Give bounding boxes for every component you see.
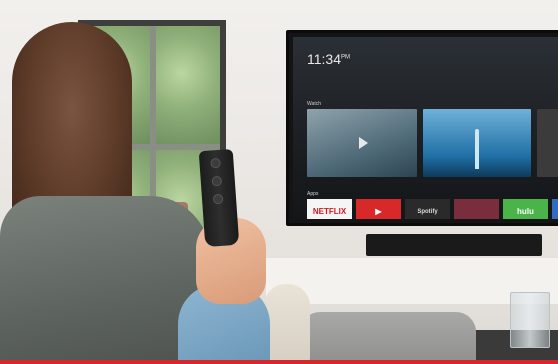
play-icon bbox=[359, 137, 368, 149]
remote-button bbox=[212, 193, 224, 205]
remote-control bbox=[198, 148, 240, 248]
hulu-logo: hulu bbox=[503, 199, 548, 219]
spotify-logo: Spotify bbox=[405, 199, 450, 219]
youtube-play-icon: ▶ bbox=[356, 199, 401, 219]
app-row: NETFLIX ▶ Spotify hulu bbox=[307, 199, 558, 219]
netflix-logo: NETFLIX bbox=[307, 199, 352, 219]
row-label-apps: Apps bbox=[307, 191, 319, 197]
tower-graphic bbox=[475, 129, 479, 169]
living-room-scene: 11:34PM Watch Apps NETFLIX ▶ Spotify hul… bbox=[0, 0, 558, 364]
clock-suffix: PM bbox=[341, 54, 350, 61]
tv-screen: 11:34PM Watch Apps NETFLIX ▶ Spotify hul… bbox=[293, 37, 558, 219]
window-pane bbox=[156, 26, 220, 144]
remote-button bbox=[211, 175, 223, 187]
soundbar bbox=[366, 234, 542, 256]
movies-tile bbox=[454, 199, 499, 219]
remote-button bbox=[210, 157, 221, 169]
clock-time: 11:34 bbox=[307, 51, 341, 67]
couch-armrest bbox=[300, 312, 476, 364]
tv-clock: 11:34PM bbox=[307, 51, 350, 67]
row-label-watch: Watch bbox=[307, 101, 321, 107]
television: 11:34PM Watch Apps NETFLIX ▶ Spotify hul… bbox=[286, 30, 558, 226]
accent-bar bbox=[0, 360, 558, 364]
person-foot bbox=[264, 284, 310, 364]
more-tile bbox=[552, 199, 558, 219]
water-glass bbox=[510, 292, 550, 348]
content-card-partial bbox=[537, 109, 558, 177]
content-card-city bbox=[423, 109, 531, 177]
content-card-landscape bbox=[307, 109, 417, 177]
